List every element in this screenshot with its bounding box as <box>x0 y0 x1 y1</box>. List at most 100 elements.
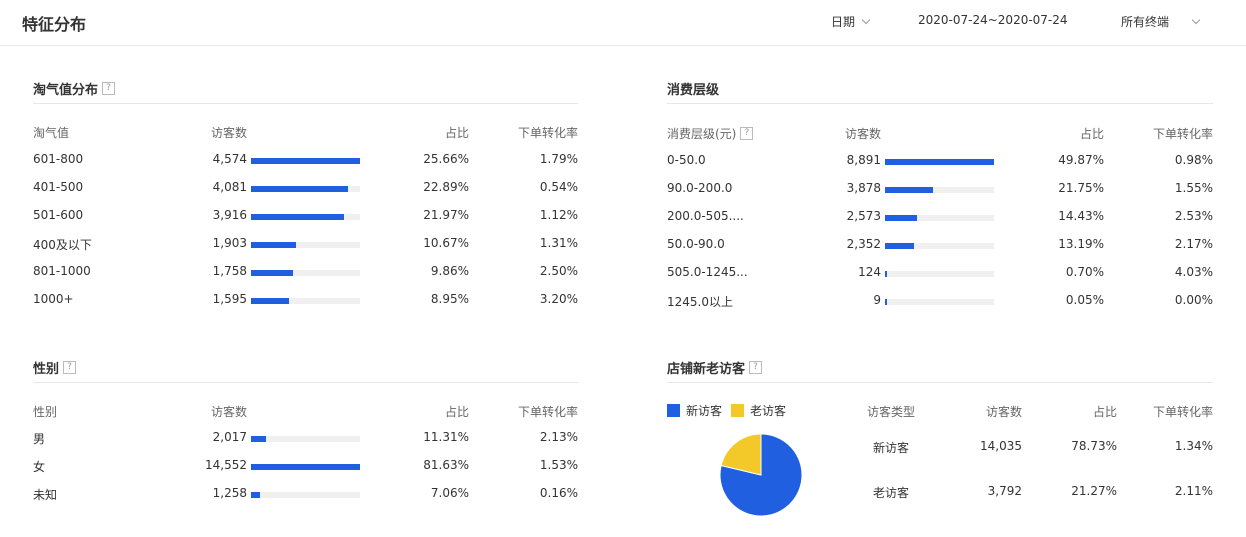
bar-track <box>251 186 360 192</box>
col-header: 下单转化率 <box>1152 405 1213 419</box>
divider <box>33 103 578 104</box>
help-icon[interactable]: ? <box>740 127 754 140</box>
col-header: 访客数 <box>845 127 882 141</box>
row-label: 1000+ <box>33 292 74 306</box>
bar-track <box>885 215 994 221</box>
row-label: 女 <box>33 460 46 474</box>
divider <box>33 382 578 383</box>
row-share: 0.70% <box>1065 265 1104 279</box>
row-conv: 4.03% <box>1174 265 1213 279</box>
row-share: 7.06% <box>430 486 469 500</box>
row-label: 401-500 <box>33 180 84 194</box>
row-label: 未知 <box>33 488 58 502</box>
section-title: 性别 ? <box>33 358 77 377</box>
date-label: 日期 <box>831 15 856 29</box>
table-row: 1245.0以上 9 0.05% 0.00% <box>667 293 1213 309</box>
help-icon[interactable]: ? <box>63 361 77 374</box>
section-title: 消费层级 <box>667 79 719 98</box>
row-share: 13.19% <box>1058 237 1104 251</box>
row-share: 8.95% <box>430 292 469 306</box>
page-header: 特征分布 日期 2020-07-24~2020-07-24 所有终端 <box>0 0 1246 46</box>
table-header: 访客类型 访客数 占比 下单转化率 <box>667 403 1213 419</box>
help-icon[interactable]: ? <box>102 82 116 95</box>
table-row: 601-800 4,574 25.66% 1.79% <box>33 152 578 168</box>
table-row: 1000+ 1,595 8.95% 3.20% <box>33 292 578 308</box>
row-conv: 1.55% <box>1174 181 1213 195</box>
bar-fill <box>885 159 994 165</box>
row-share: 11.31% <box>423 430 469 444</box>
row-label: 601-800 <box>33 152 84 166</box>
row-label: 501-600 <box>33 208 84 222</box>
bar-fill <box>885 187 933 193</box>
bar-track <box>885 187 994 193</box>
bar-track <box>251 492 360 498</box>
section-title: 店铺新老访客 ? <box>667 358 763 377</box>
row-conv: 2.13% <box>539 430 578 444</box>
row-label: 1245.0以上 <box>667 295 733 309</box>
col-header: 访客数 <box>211 405 248 419</box>
table-row: 50.0-90.0 2,352 13.19% 2.17% <box>667 237 1213 253</box>
row-visitors: 3,792 <box>987 484 1022 498</box>
row-share: 21.75% <box>1058 181 1104 195</box>
table-row: 401-500 4,081 22.89% 0.54% <box>33 180 578 196</box>
table-row: 801-1000 1,758 9.86% 2.50% <box>33 264 578 280</box>
row-label: 400及以下 <box>33 238 92 252</box>
col-header: 访客类型 <box>867 405 916 419</box>
section-title: 淘气值分布 ? <box>33 79 116 98</box>
table-row: 0-50.0 8,891 49.87% 0.98% <box>667 153 1213 169</box>
bar-track <box>251 242 360 248</box>
table-row: 未知 1,258 7.06% 0.16% <box>33 486 578 502</box>
col-header: 下单转化率 <box>517 126 578 140</box>
bar-track <box>251 214 360 220</box>
row-visitors: 1,258 <box>212 486 247 500</box>
table-row: 90.0-200.0 3,878 21.75% 1.55% <box>667 181 1213 197</box>
row-visitors: 2,017 <box>212 430 247 444</box>
bar-track <box>251 158 360 164</box>
bar-track <box>251 270 360 276</box>
row-visitors: 2,573 <box>846 209 881 223</box>
col-header: 消费层级(元) ? <box>667 125 754 142</box>
table-header: 淘气值 访客数 占比 下单转化率 <box>33 124 578 140</box>
row-label: 801-1000 <box>33 264 91 278</box>
bar-fill <box>251 186 349 192</box>
col-header: 淘气值 <box>33 126 70 140</box>
row-visitors: 14,035 <box>980 439 1022 453</box>
bar-fill <box>251 436 267 442</box>
bar-track <box>251 436 360 442</box>
page-title: 特征分布 <box>22 15 87 34</box>
row-label: 男 <box>33 432 46 446</box>
row-conv: 1.34% <box>1174 439 1213 453</box>
table-row: 女 14,552 81.63% 1.53% <box>33 458 578 474</box>
table-header: 性别 访客数 占比 下单转化率 <box>33 403 578 419</box>
row-conv: 1.31% <box>539 236 578 250</box>
bar-fill <box>251 158 360 164</box>
row-visitors: 4,574 <box>212 152 247 166</box>
device-label: 所有终端 <box>1121 15 1170 29</box>
col-header: 占比 <box>444 126 469 140</box>
bar-track <box>885 159 994 165</box>
help-icon[interactable]: ? <box>749 361 763 374</box>
bar-fill <box>251 298 290 304</box>
bar-fill <box>885 215 917 221</box>
date-selector[interactable]: 日期 <box>831 13 871 30</box>
date-range[interactable]: 2020-07-24~2020-07-24 <box>918 13 1068 27</box>
row-share: 22.89% <box>423 180 469 194</box>
row-conv: 1.53% <box>539 458 578 472</box>
col-header: 性别 <box>33 405 58 419</box>
table-row: 男 2,017 11.31% 2.13% <box>33 430 578 446</box>
row-share: 21.27% <box>1071 484 1117 498</box>
section-title-text: 淘气值分布 <box>33 83 99 98</box>
row-conv: 2.53% <box>1174 209 1213 223</box>
bar-fill <box>251 492 261 498</box>
row-share: 9.86% <box>430 264 469 278</box>
device-selector[interactable]: 所有终端 <box>1121 13 1201 30</box>
row-conv: 1.79% <box>539 152 578 166</box>
table-row: 400及以下 1,903 10.67% 1.31% <box>33 236 578 252</box>
chevron-down-icon <box>861 15 871 24</box>
row-visitors: 2,352 <box>846 237 881 251</box>
bar-fill <box>251 242 297 248</box>
row-share: 0.05% <box>1065 293 1104 307</box>
bar-fill <box>885 243 914 249</box>
col-header: 访客数 <box>985 405 1022 419</box>
col-header: 访客数 <box>211 126 248 140</box>
